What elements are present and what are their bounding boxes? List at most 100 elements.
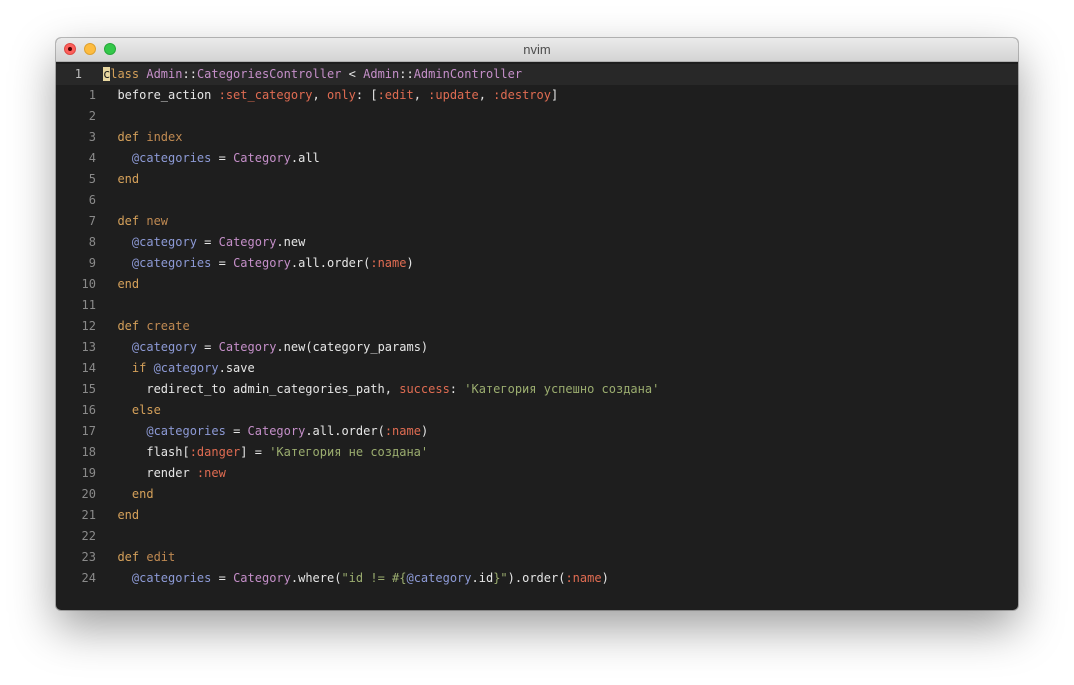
code-line[interactable]: 6: [56, 190, 1018, 211]
code-token: .all.order(: [290, 256, 371, 270]
code-text: @categories = Category.where("id != #{@c…: [103, 568, 609, 589]
code-token: =: [225, 424, 248, 438]
code-token: :destroy: [493, 88, 551, 102]
code-token: =: [211, 256, 234, 270]
code-text: class Admin::CategoriesController < Admi…: [103, 64, 522, 85]
code-token: Category: [218, 235, 277, 249]
code-line[interactable]: 9 @categories = Category.all.order(:name…: [56, 253, 1018, 274]
code-token: }": [493, 571, 508, 585]
code-token: render: [103, 466, 197, 480]
code-token: end: [103, 172, 140, 186]
window-title: nvim: [523, 42, 551, 57]
code-line[interactable]: 18 flash[:danger] = 'Категория не создан…: [56, 442, 1018, 463]
line-number: 3: [88, 130, 96, 144]
code-text: def edit: [103, 547, 175, 568]
code-line[interactable]: 5 end: [56, 169, 1018, 190]
code-token: 'Категория успешно создана': [464, 382, 660, 396]
code-line[interactable]: 11: [56, 295, 1018, 316]
code-token: .all.order(: [305, 424, 385, 438]
code-line[interactable]: 13 @category = Category.new(category_par…: [56, 337, 1018, 358]
code-token: :set_category: [218, 88, 313, 102]
code-token: new: [146, 214, 169, 228]
code-token: def: [103, 550, 147, 564]
code-line[interactable]: 4 @categories = Category.all: [56, 148, 1018, 169]
line-number: 15: [81, 382, 96, 396]
code-line[interactable]: 3 def index: [56, 127, 1018, 148]
nvim-window: nvim 1 class Admin::CategoriesController …: [56, 38, 1018, 610]
code-line[interactable]: 10 end: [56, 274, 1018, 295]
line-number: 17: [81, 424, 96, 438]
code-text: @category = Category.new: [103, 232, 305, 253]
code-token: ::: [399, 67, 414, 81]
code-line[interactable]: 1 before_action :set_category, only: [:e…: [56, 85, 1018, 106]
code-token: Category: [233, 151, 291, 165]
line-number: 4: [88, 151, 96, 165]
code-token: redirect_to admin_categories_path,: [103, 382, 400, 396]
code-token: :danger: [189, 445, 241, 459]
line-number: 16: [81, 403, 96, 417]
code-token: :name: [370, 256, 407, 270]
code-token: Admin: [363, 67, 400, 81]
code-line[interactable]: 16 else: [56, 400, 1018, 421]
code-line[interactable]: 17 @categories = Category.all.order(:nam…: [56, 421, 1018, 442]
code-text: redirect_to admin_categories_path, succe…: [103, 379, 659, 400]
code-line[interactable]: 22: [56, 526, 1018, 547]
code-line[interactable]: 7 def new: [56, 211, 1018, 232]
code-token: ]: [550, 88, 559, 102]
line-number: 8: [88, 235, 96, 249]
code-line[interactable]: 14 if @category.save: [56, 358, 1018, 379]
code-token: ).order(: [507, 571, 566, 585]
code-token: flash[: [103, 445, 190, 459]
line-number: 11: [81, 298, 96, 312]
code-token: @category: [131, 340, 197, 354]
code-line[interactable]: 23 def edit: [56, 547, 1018, 568]
code-text: @categories = Category.all: [103, 148, 320, 169]
code-token: create: [146, 319, 190, 333]
code-text: before_action :set_category, only: [:edi…: [103, 85, 558, 106]
code-token: =: [196, 235, 219, 249]
code-token: edit: [146, 550, 176, 564]
code-token: Admin: [146, 67, 183, 81]
code-token: if: [103, 361, 154, 375]
code-token: end: [103, 277, 140, 291]
code-text: end: [103, 484, 154, 505]
code-token: .save: [218, 361, 255, 375]
code-line[interactable]: 19 render :new: [56, 463, 1018, 484]
code-line[interactable]: 20 end: [56, 484, 1018, 505]
code-text: if @category.save: [103, 358, 255, 379]
code-token: .id: [471, 571, 494, 585]
code-editor[interactable]: 1 class Admin::CategoriesController < Adm…: [56, 62, 1018, 610]
code-line[interactable]: 21 end: [56, 505, 1018, 526]
code-token: =: [211, 571, 234, 585]
code-text: end: [103, 505, 139, 526]
code-token: 'Категория не создана': [269, 445, 429, 459]
code-token: @category: [131, 235, 197, 249]
code-line[interactable]: 24 @categories = Category.where("id != #…: [56, 568, 1018, 589]
code-token: Category: [233, 571, 291, 585]
code-line[interactable]: 8 @category = Category.new: [56, 232, 1018, 253]
code-token: index: [146, 130, 183, 144]
code-line[interactable]: 15 redirect_to admin_categories_path, su…: [56, 379, 1018, 400]
line-number: 21: [81, 508, 96, 522]
code-token: .all: [290, 151, 320, 165]
current-code-line[interactable]: 1 class Admin::CategoriesController < Adm…: [56, 64, 1018, 85]
code-token: Category: [233, 256, 291, 270]
code-token: ,: [478, 88, 494, 102]
line-number: 20: [81, 487, 96, 501]
code-token: .new: [276, 235, 306, 249]
code-token: =: [211, 151, 234, 165]
code-line[interactable]: 2: [56, 106, 1018, 127]
line-number: 19: [81, 466, 96, 480]
code-token: :name: [565, 571, 602, 585]
code-token: @categories: [146, 424, 226, 438]
line-number: 12: [81, 319, 96, 333]
code-token: else: [103, 403, 161, 417]
code-line[interactable]: 12 def create: [56, 316, 1018, 337]
code-text: @categories = Category.all.order(:name): [103, 421, 428, 442]
line-number: 9: [88, 256, 96, 270]
code-token: @category: [153, 361, 219, 375]
